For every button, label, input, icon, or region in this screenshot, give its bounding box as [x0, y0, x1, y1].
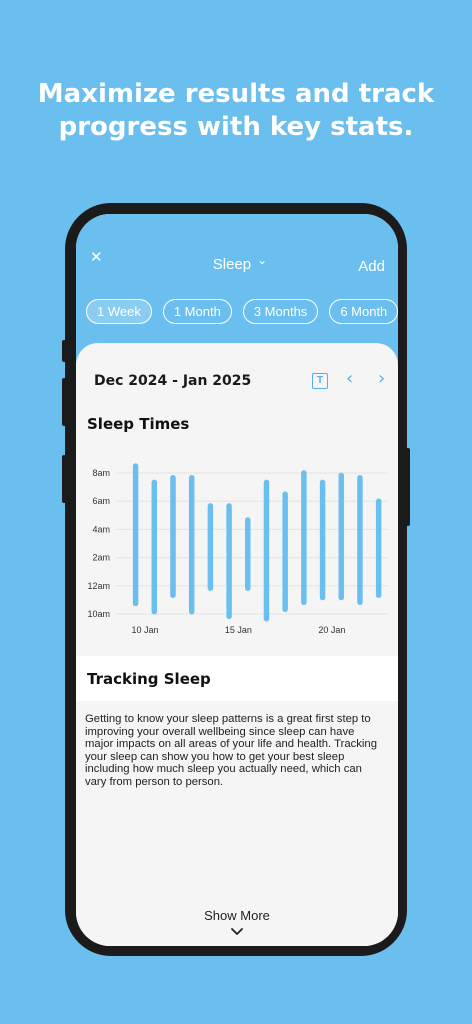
y-tick-label: 4am — [92, 524, 110, 534]
page-title: Sleep — [212, 256, 252, 273]
phone-button-power — [406, 448, 410, 526]
tracking-header-band: Tracking Sleep — [76, 656, 398, 701]
chevron-down-icon[interactable] — [229, 927, 245, 937]
y-tick-label: 8am — [92, 468, 110, 478]
phone-button-silent — [62, 340, 66, 362]
date-range: Dec 2024 - Jan 2025 — [94, 373, 252, 389]
sleep-title-dropdown[interactable]: Sleep ⌄ — [76, 253, 398, 273]
add-button[interactable]: Add — [358, 258, 385, 275]
y-tick-label: 2am — [92, 553, 110, 563]
tab-6-months[interactable]: 6 Month — [329, 299, 398, 324]
tab-3-months[interactable]: 3 Months — [242, 299, 319, 324]
tab-1-week[interactable]: 1 Week — [86, 299, 152, 324]
x-tick-label: 20 Jan — [318, 625, 345, 635]
phone-button-volume-up — [62, 378, 66, 426]
tab-1-month[interactable]: 1 Month — [162, 299, 232, 324]
chevron-down-icon: ⌄ — [257, 253, 268, 267]
x-tick-label: 10 Jan — [131, 625, 158, 635]
calendar-today-icon[interactable]: T — [312, 373, 328, 389]
tracking-description: Getting to know your sleep patterns is a… — [85, 713, 377, 788]
stats-card: Dec 2024 - Jan 2025 T ‹ › Sleep Times 8a… — [76, 343, 398, 946]
headline-line-1: Maximize results and track — [37, 79, 435, 109]
headline-line-2: progress with key stats. — [58, 112, 414, 142]
phone-button-volume-down — [62, 455, 66, 503]
y-tick-label: 12am — [87, 581, 110, 591]
sleep-times-chart: 8am6am4am2am12am10am 10 Jan15 Jan20 Jan2… — [87, 463, 388, 635]
chevron-right-icon[interactable]: › — [378, 369, 385, 389]
show-more-button[interactable]: Show More — [76, 908, 398, 923]
marketing-headline: Maximize results and track progress with… — [0, 78, 472, 144]
x-tick-label: 15 Jan — [225, 625, 252, 635]
y-tick-label: 6am — [92, 496, 110, 506]
y-tick-label: 10am — [87, 609, 110, 619]
app-screen: ✕ Sleep ⌄ Add 1 Week 1 Month 3 Months 6 Mont… — [76, 214, 398, 946]
tracking-title: Tracking Sleep — [87, 670, 211, 688]
range-tabs: 1 Week 1 Month 3 Months 6 Month — [86, 299, 398, 324]
chart-title: Sleep Times — [87, 415, 190, 433]
chevron-left-icon[interactable]: ‹ — [346, 369, 353, 389]
